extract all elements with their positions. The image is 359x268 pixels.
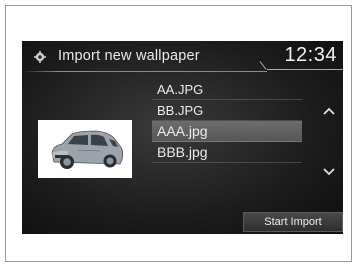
car-thumbnail [51, 130, 124, 169]
clock: 12:34 [284, 44, 337, 66]
header-divider [22, 71, 267, 72]
chevron-up-icon[interactable] [322, 106, 336, 116]
list-item-selected[interactable]: AAA.jpg [152, 121, 302, 142]
page-title: Import new wallpaper [58, 48, 200, 64]
list-item[interactable]: AA.JPG [152, 79, 302, 100]
chevron-down-icon[interactable] [322, 167, 336, 177]
gear-icon [34, 51, 46, 63]
list-item[interactable]: BBB.jpg [152, 142, 302, 163]
infotainment-screen: Import new wallpaper 12:34 AA.JPG BB.JPG… [22, 41, 343, 234]
list-item[interactable]: BB.JPG [152, 100, 302, 121]
clock-divider-slant [259, 61, 267, 70]
header-bar: Import new wallpaper 12:34 [22, 41, 343, 74]
clock-divider [267, 69, 343, 70]
start-import-button[interactable]: Start Import [243, 212, 343, 232]
file-list: AA.JPG BB.JPG AAA.jpg BBB.jpg [152, 79, 302, 163]
wallpaper-preview [38, 120, 132, 178]
